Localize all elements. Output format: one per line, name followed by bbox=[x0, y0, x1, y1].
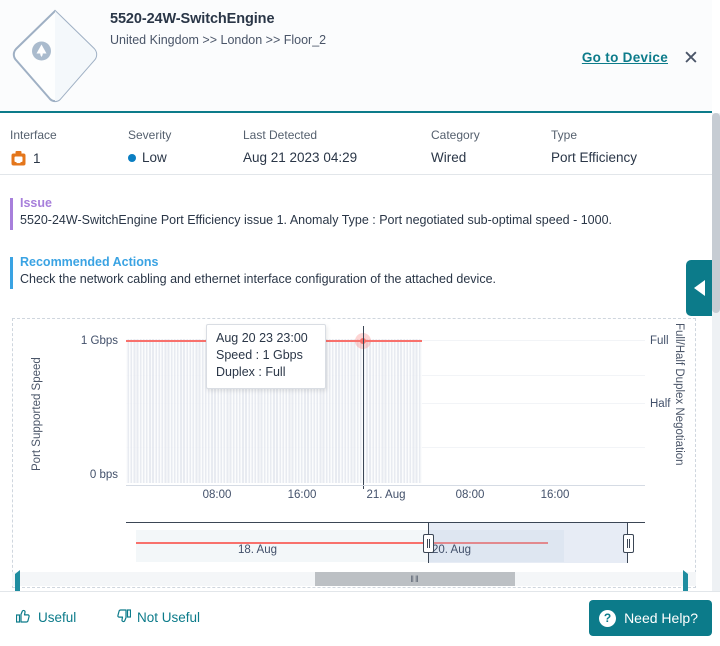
chart-plot-area[interactable] bbox=[126, 339, 645, 485]
panel-header: 5520-24W-SwitchEngine United Kingdom >> … bbox=[0, 0, 712, 113]
chart-xtick-3: 08:00 bbox=[456, 489, 485, 501]
collapse-panel-tab[interactable] bbox=[686, 260, 712, 316]
tooltip-timestamp: Aug 20 23 23:00 bbox=[216, 330, 316, 347]
arrow-left-icon[interactable] bbox=[15, 574, 25, 584]
chart-tooltip: Aug 20 23 23:00 Speed : 1 Gbps Duplex : … bbox=[206, 324, 326, 389]
tooltip-speed: Speed : 1 Gbps bbox=[216, 347, 316, 364]
vertical-scrollbar-thumb[interactable] bbox=[712, 113, 720, 313]
info-value-severity: Low bbox=[128, 150, 171, 165]
info-label-last-detected: Last Detected bbox=[243, 128, 357, 142]
chart-y-axis-title-right: Full/Half Duplex Negotiation bbox=[671, 323, 687, 499]
port-speed-duplex-chart: Port Supported Speed Full/Half Duplex Ne… bbox=[12, 318, 696, 588]
recommended-actions-section: Recommended Actions Check the network ca… bbox=[10, 255, 496, 286]
issue-title: Issue bbox=[20, 196, 612, 210]
chevron-left-icon bbox=[694, 280, 705, 296]
issue-detail-panel: 5520-24W-SwitchEngine United Kingdom >> … bbox=[0, 0, 720, 646]
info-label-type: Type bbox=[551, 128, 637, 142]
navigator-label-0: 18. Aug bbox=[238, 544, 277, 556]
useful-button[interactable]: Useful bbox=[16, 608, 76, 627]
close-icon[interactable]: ✕ bbox=[680, 48, 702, 70]
info-value-category: Wired bbox=[431, 150, 480, 165]
info-value-interface: 1 bbox=[10, 150, 57, 167]
not-useful-label: Not Useful bbox=[137, 610, 200, 625]
info-col-last-detected: Last Detected Aug 21 2023 04:29 bbox=[243, 128, 357, 165]
chart-xtick-2: 21. Aug bbox=[366, 489, 405, 501]
scrollbar-grip: ‖‖ bbox=[410, 574, 419, 584]
panel-footer: Useful Not Useful ? Need Help? bbox=[0, 591, 720, 646]
device-diamond-icon bbox=[8, 6, 102, 106]
info-value-type: Port Efficiency bbox=[551, 150, 637, 165]
chart-horizontal-scrollbar[interactable]: ‖‖ bbox=[12, 572, 696, 586]
thumbs-down-icon bbox=[115, 608, 131, 627]
navigator-label-1: 20. Aug bbox=[432, 544, 471, 556]
chart-xtick-4: 16:00 bbox=[541, 489, 570, 501]
panel-vertical-scrollbar[interactable] bbox=[712, 113, 720, 591]
thumbs-up-icon bbox=[16, 608, 32, 627]
chart-crosshair bbox=[363, 326, 364, 489]
severity-dot-icon bbox=[128, 154, 136, 162]
navigator-selected-range[interactable] bbox=[428, 523, 628, 563]
info-label-interface: Interface bbox=[10, 128, 57, 142]
info-col-severity: Severity Low bbox=[128, 128, 171, 165]
navigator-handle-left[interactable] bbox=[423, 534, 434, 553]
switch-port-icon bbox=[10, 150, 27, 167]
chart-ytick-left-0: 1 Gbps bbox=[53, 335, 118, 347]
chart-x-axis bbox=[126, 485, 645, 486]
status-badge: Low bbox=[142, 150, 167, 165]
issue-text: 5520-24W-SwitchEngine Port Efficiency is… bbox=[20, 213, 612, 227]
info-col-type: Type Port Efficiency bbox=[551, 128, 637, 165]
info-label-severity: Severity bbox=[128, 128, 171, 142]
need-help-label: Need Help? bbox=[624, 610, 698, 626]
info-col-interface: Interface 1 bbox=[10, 128, 57, 167]
need-help-button[interactable]: ? Need Help? bbox=[589, 600, 712, 636]
chart-ytick-right-0: Full bbox=[650, 335, 669, 347]
tooltip-duplex: Duplex : Full bbox=[216, 364, 316, 381]
recommended-actions-text: Check the network cabling and ethernet i… bbox=[20, 272, 496, 286]
question-mark-icon: ? bbox=[599, 610, 616, 627]
chart-ytick-right-1: Half bbox=[650, 398, 670, 410]
scrollbar-thumb[interactable]: ‖‖ bbox=[315, 572, 515, 586]
navigator-handle-right[interactable] bbox=[623, 534, 634, 553]
issue-section: Issue 5520-24W-SwitchEngine Port Efficie… bbox=[10, 196, 612, 227]
useful-label: Useful bbox=[38, 610, 76, 625]
go-to-device-link[interactable]: Go to Device bbox=[582, 50, 668, 65]
recommended-actions-title: Recommended Actions bbox=[20, 255, 496, 269]
chart-ytick-left-1: 0 bps bbox=[53, 469, 118, 481]
breadcrumb: United Kingdom >> London >> Floor_2 bbox=[110, 33, 326, 47]
info-label-category: Category bbox=[431, 128, 480, 142]
interface-count: 1 bbox=[33, 151, 41, 166]
info-value-last-detected: Aug 21 2023 04:29 bbox=[243, 150, 357, 165]
not-useful-button[interactable]: Not Useful bbox=[115, 608, 200, 627]
chart-y-axis-title-left: Port Supported Speed bbox=[29, 349, 45, 479]
chart-range-navigator[interactable]: 18. Aug 20. Aug bbox=[126, 522, 645, 564]
issue-accent-bar bbox=[10, 198, 13, 230]
chart-xtick-0: 08:00 bbox=[203, 489, 232, 501]
issue-summary-bar: Interface 1 Severity Low bbox=[0, 115, 712, 175]
chart-xtick-1: 16:00 bbox=[288, 489, 317, 501]
info-col-category: Category Wired bbox=[431, 128, 480, 165]
page-title: 5520-24W-SwitchEngine bbox=[110, 11, 274, 27]
arrow-right-icon[interactable] bbox=[683, 574, 693, 584]
actions-accent-bar bbox=[10, 257, 13, 289]
